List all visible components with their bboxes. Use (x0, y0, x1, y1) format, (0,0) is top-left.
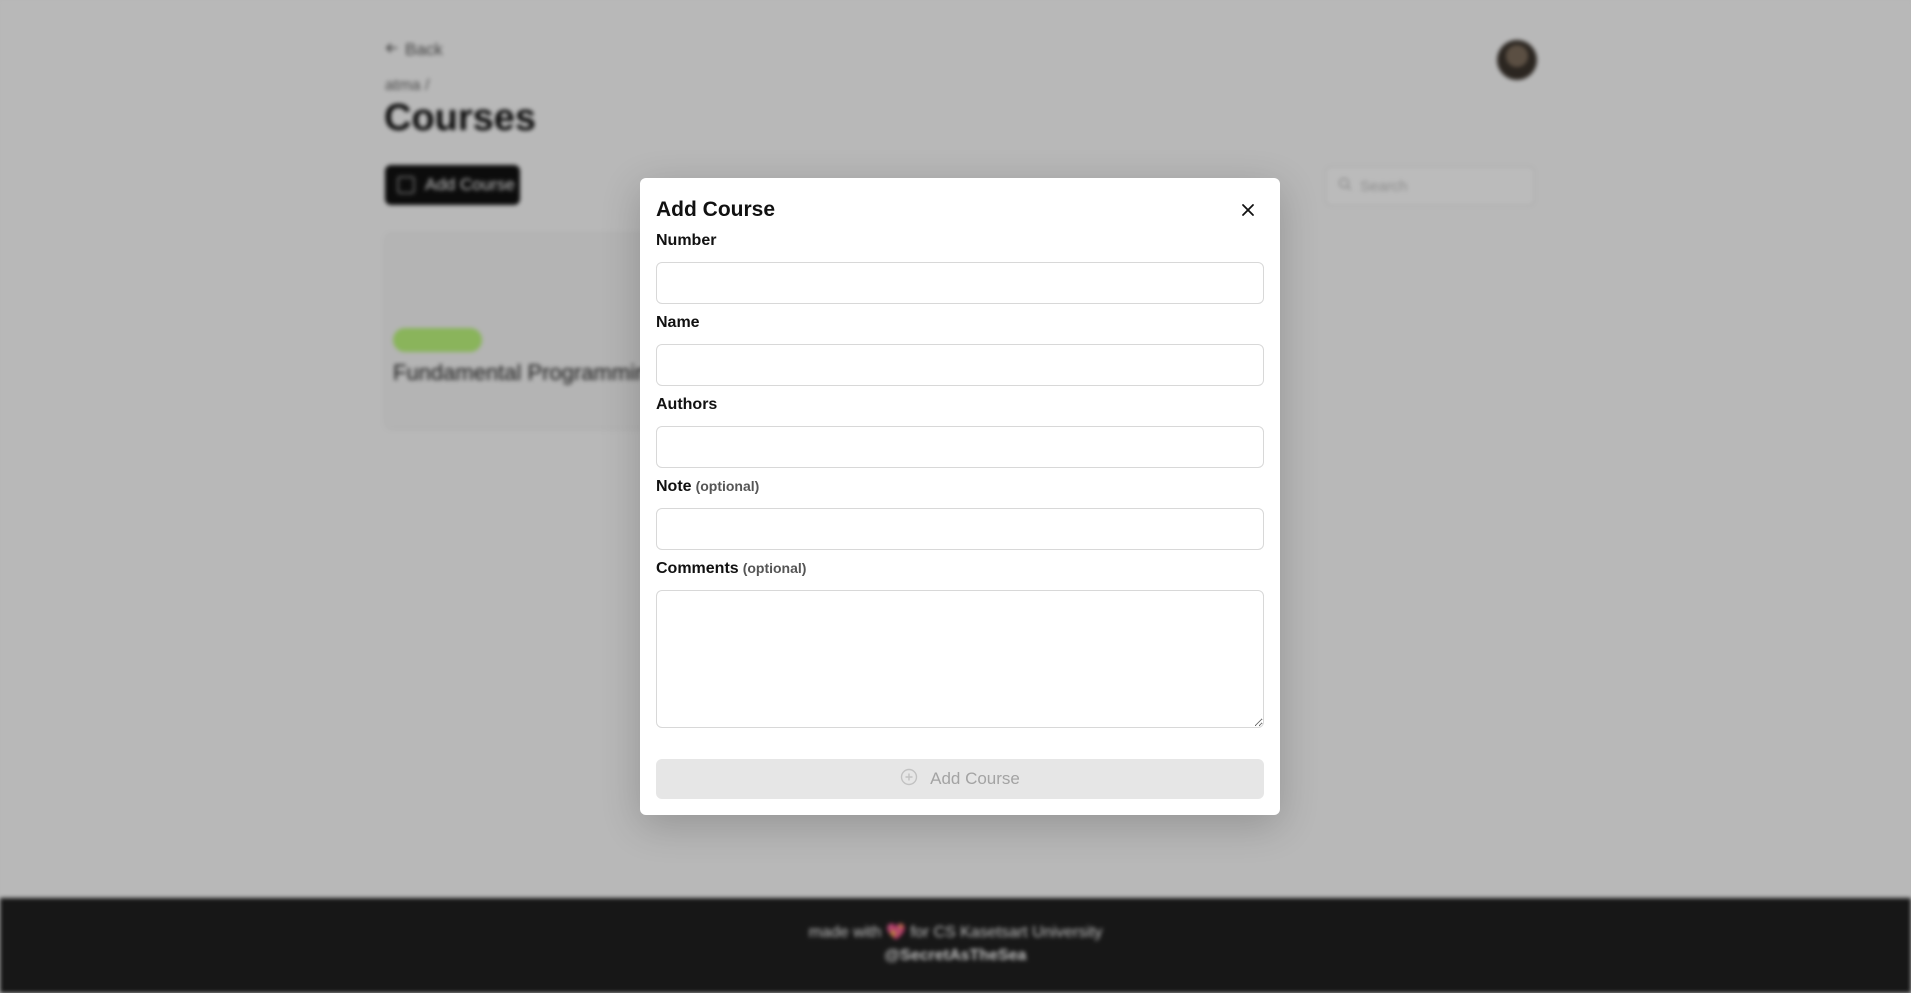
comments-field[interactable] (656, 590, 1264, 728)
add-course-modal: Add Course Number Name Authors Note (opti… (640, 178, 1280, 815)
comments-label: Comments (optional) (656, 560, 806, 578)
number-field[interactable] (656, 262, 1264, 304)
add-course-submit-label: Add Course (930, 769, 1020, 788)
plus-circle-icon (900, 768, 918, 791)
modal-title: Add Course (656, 198, 776, 221)
name-label: Name (656, 314, 700, 331)
name-field[interactable] (656, 344, 1264, 386)
number-label: Number (656, 232, 717, 249)
note-optional-tag: (optional) (695, 478, 760, 494)
authors-field[interactable] (656, 426, 1264, 468)
comments-label-text: Comments (656, 560, 739, 577)
note-field[interactable] (656, 508, 1264, 550)
note-label: Note (optional) (656, 478, 759, 496)
close-button[interactable] (1236, 200, 1260, 224)
add-course-submit-button[interactable]: Add Course (656, 759, 1264, 799)
close-icon (1241, 203, 1255, 222)
authors-label: Authors (656, 396, 718, 413)
comments-optional-tag: (optional) (742, 560, 807, 576)
note-label-text: Note (656, 478, 692, 495)
